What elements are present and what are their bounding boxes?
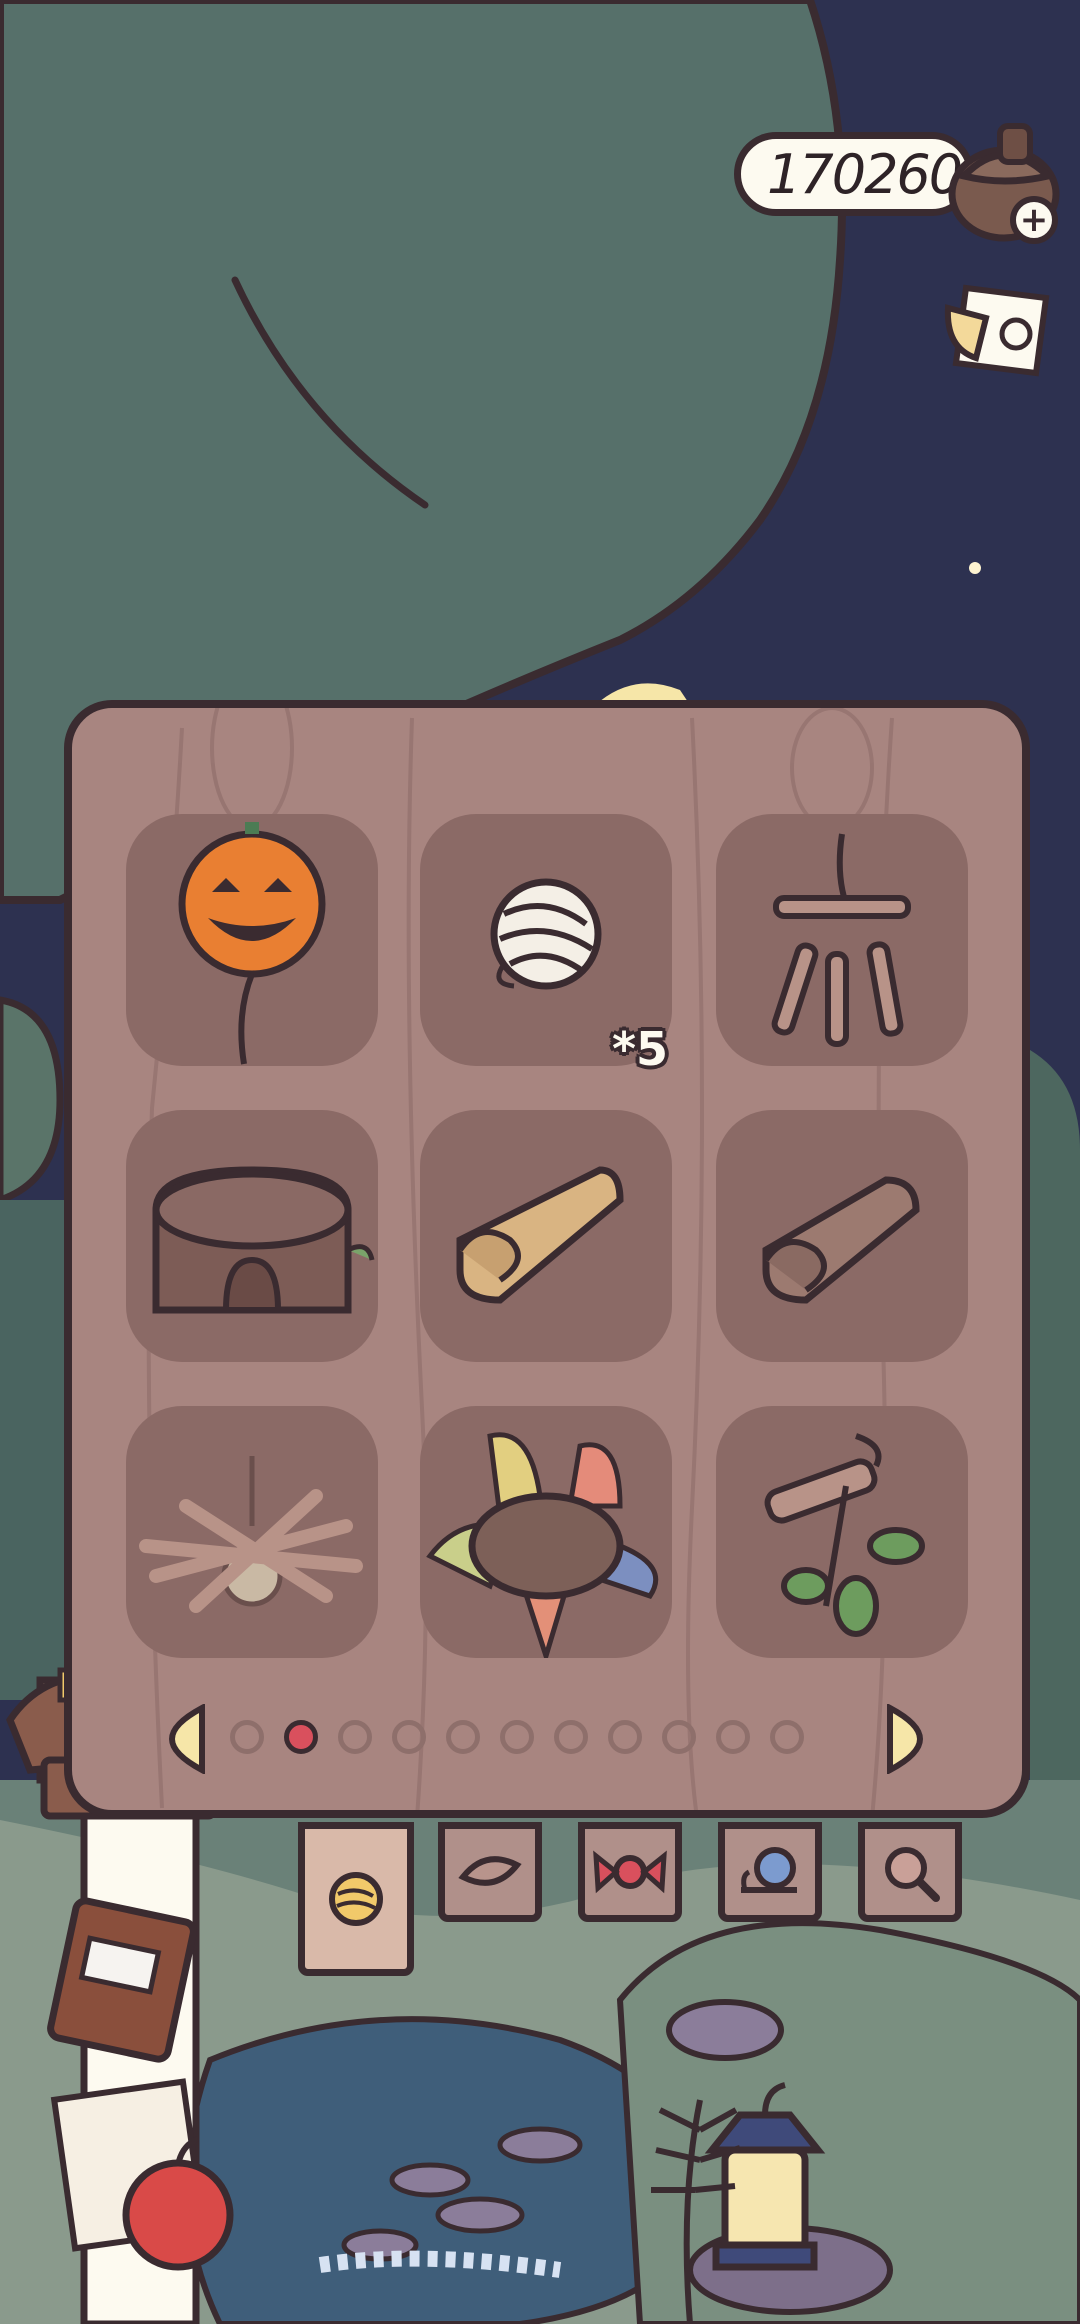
page-dot[interactable] bbox=[284, 1720, 318, 1754]
yarn-tab-icon bbox=[329, 1872, 383, 1926]
pumpkin-balloon-icon bbox=[178, 822, 326, 1065]
leather-roll-icon bbox=[762, 1176, 920, 1304]
page-dot[interactable] bbox=[338, 1720, 372, 1754]
inventory-slot-5[interactable] bbox=[420, 1110, 672, 1362]
page-dot[interactable] bbox=[770, 1720, 804, 1754]
tree-stump-house-icon bbox=[152, 1166, 375, 1314]
tab-yarn[interactable] bbox=[298, 1822, 414, 1976]
item-count-badge: *5 bbox=[612, 1022, 669, 1076]
inventory-slot-8[interactable] bbox=[420, 1406, 672, 1665]
tab-magnifier[interactable] bbox=[858, 1822, 962, 1922]
inventory-slot-1[interactable] bbox=[126, 814, 378, 1066]
page-dot[interactable] bbox=[716, 1720, 750, 1754]
fabric-roll-icon bbox=[456, 1166, 624, 1304]
magnifier-tab-icon bbox=[885, 1847, 940, 1902]
inventory-slot-9[interactable] bbox=[716, 1406, 968, 1658]
candy-tab-icon bbox=[593, 1850, 667, 1894]
stick-wind-chime-icon bbox=[771, 833, 911, 1047]
inventory-slot-3[interactable] bbox=[716, 814, 968, 1066]
leafy-twig-icon bbox=[764, 1433, 925, 1637]
page-dot[interactable] bbox=[608, 1720, 642, 1754]
tab-snail[interactable] bbox=[718, 1822, 822, 1922]
tab-leaf[interactable] bbox=[438, 1822, 542, 1922]
snail-tab-icon bbox=[741, 1847, 797, 1893]
page-dot[interactable] bbox=[554, 1720, 588, 1754]
plus-icon: + bbox=[1019, 200, 1049, 240]
next-page-arrow-icon[interactable] bbox=[886, 1704, 924, 1774]
inventory-slot-7[interactable] bbox=[126, 1406, 378, 1658]
tab-candy[interactable] bbox=[578, 1822, 682, 1922]
inventory-slot-4[interactable] bbox=[126, 1110, 378, 1362]
prev-page-arrow-icon[interactable] bbox=[168, 1704, 206, 1774]
patchwork-cushion-icon bbox=[426, 1432, 659, 1665]
leaf-tab-icon bbox=[458, 1856, 522, 1886]
acorn-counter[interactable]: 170260 bbox=[734, 132, 974, 216]
letter-icon[interactable] bbox=[936, 278, 1056, 378]
page-dot[interactable] bbox=[662, 1720, 696, 1754]
stick-campfire-icon bbox=[139, 1456, 363, 1613]
page-dot[interactable] bbox=[392, 1720, 426, 1754]
page-dot[interactable] bbox=[446, 1720, 480, 1754]
acorn-count-value: 170260 bbox=[767, 142, 963, 206]
add-acorns-button[interactable]: + bbox=[1010, 196, 1058, 244]
inventory-slot-6[interactable] bbox=[716, 1110, 968, 1362]
page-dot[interactable] bbox=[500, 1720, 534, 1754]
page-dot[interactable] bbox=[230, 1720, 264, 1754]
